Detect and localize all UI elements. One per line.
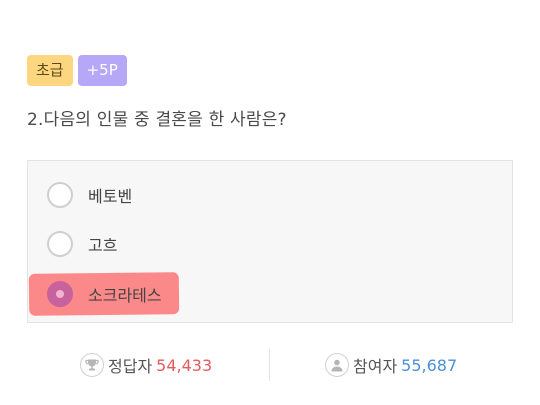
options-container: 베토벤 고흐 소크라테스 bbox=[27, 160, 513, 323]
radio-button-selected[interactable] bbox=[47, 281, 73, 307]
person-icon bbox=[325, 353, 349, 377]
correct-label: 정답자 bbox=[108, 357, 153, 376]
radio-button[interactable] bbox=[47, 231, 73, 257]
points-badge: +5P bbox=[77, 55, 127, 86]
stats-divider bbox=[269, 349, 270, 381]
participants-value: 55,687 bbox=[401, 355, 458, 375]
radio-button[interactable] bbox=[47, 182, 73, 208]
participants-label: 참여자 bbox=[353, 357, 398, 376]
participant-count: 참여자 55,687 bbox=[325, 345, 457, 385]
option-label: 고흐 bbox=[88, 236, 118, 255]
option-beethoven[interactable]: 베토벤 bbox=[47, 178, 132, 212]
question-text: 2.다음의 인물 중 결혼을 한 사람은? bbox=[27, 110, 287, 130]
correct-value: 54,433 bbox=[156, 355, 213, 375]
badge-group: 초급 +5P bbox=[27, 55, 127, 86]
trophy-icon bbox=[80, 353, 104, 377]
correct-count: 정답자 54,433 bbox=[80, 345, 212, 385]
option-label: 소크라테스 bbox=[88, 286, 162, 305]
option-label: 베토벤 bbox=[88, 187, 133, 206]
stats-bar: 정답자 54,433 참여자 55,687 bbox=[0, 345, 540, 385]
option-gogh[interactable]: 고흐 bbox=[47, 227, 117, 261]
level-badge: 초급 bbox=[27, 55, 73, 86]
option-socrates[interactable]: 소크라테스 bbox=[47, 277, 162, 311]
